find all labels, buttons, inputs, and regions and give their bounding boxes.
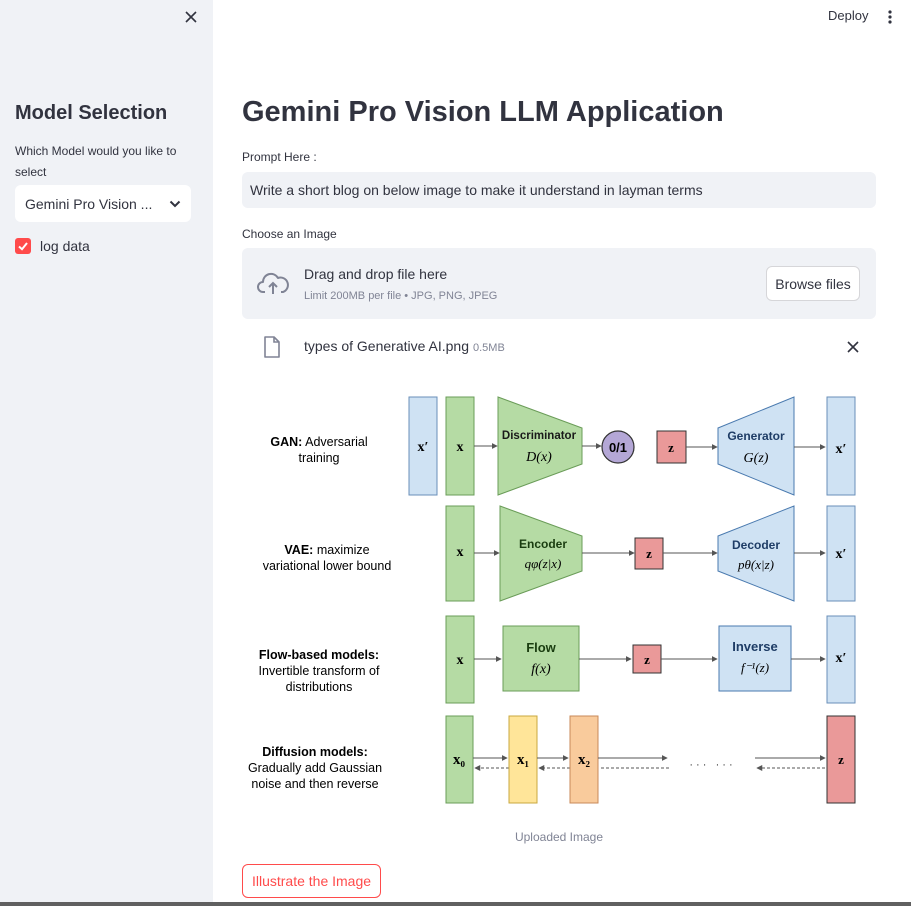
discriminator-label: Discriminator — [502, 430, 577, 442]
file-size: 0.5MB — [473, 342, 505, 354]
checkmark-icon — [18, 242, 28, 251]
discriminator-fn: D(x) — [525, 450, 552, 465]
model-question-label: Which Model would you like to select — [15, 144, 177, 179]
inverse-block — [718, 625, 792, 692]
inverse-label: Inverse — [732, 639, 778, 654]
model-select-value: Gemini Pro Vision ... — [25, 195, 153, 212]
prompt-input[interactable]: Write a short blog on below image to mak… — [242, 172, 876, 208]
close-sidebar-icon[interactable] — [182, 8, 200, 26]
model-select[interactable]: Gemini Pro Vision ... — [15, 185, 191, 222]
diff-z: z — [838, 752, 844, 767]
vae-label-line2: variational lower bound — [263, 559, 392, 573]
main-content: Deploy Gemini Pro Vision LLM Application… — [213, 0, 911, 906]
diffusion-label-line3: noise and then reverse — [251, 777, 378, 791]
main-menu-icon[interactable] — [885, 9, 895, 25]
inverse-fn: f⁻¹(z) — [741, 660, 769, 675]
flow-block-label: Flow — [526, 640, 556, 655]
log-data-checkbox-row[interactable]: log data — [15, 238, 90, 254]
vae-xprime: x′ — [836, 547, 847, 562]
diff-x1: x₁ — [517, 752, 529, 768]
browse-files-button[interactable]: Browse files — [766, 266, 860, 301]
diff-x0: x₀ — [453, 752, 466, 768]
binary-output: 0/1 — [609, 440, 627, 455]
bottom-border — [0, 902, 911, 906]
generator-block — [717, 396, 795, 496]
uploaded-image: GAN: Adversarial training VAE: maximize … — [248, 396, 856, 804]
flow-z: z — [644, 652, 650, 667]
flow-block — [502, 625, 580, 692]
diffusion-label-line2: Gradually add Gaussian — [248, 761, 382, 775]
prompt-label: Prompt Here : — [242, 150, 317, 164]
gan-x: x — [457, 440, 464, 455]
gan-xprime-in: x′ — [418, 440, 429, 455]
flow-label-line2: Invertible transform of — [259, 664, 380, 678]
drag-drop-text: Drag and drop file here — [304, 266, 448, 282]
generator-fn: G(z) — [744, 451, 769, 466]
generator-label: Generator — [727, 429, 785, 443]
deploy-button[interactable]: Deploy — [828, 8, 868, 23]
uploaded-file-row: types of Generative AI.png 0.5MB — [242, 333, 876, 361]
diff-ellipsis: · · · · · · — [689, 759, 732, 771]
file-uploader-dropzone[interactable]: Drag and drop file here Limit 200MB per … — [242, 248, 876, 319]
chevron-down-icon — [169, 200, 181, 207]
remove-file-icon[interactable] — [846, 340, 860, 354]
vae-label: VAE: maximize — [284, 543, 369, 557]
illustrate-image-button[interactable]: Illustrate the Image — [242, 864, 381, 898]
diff-x2: x₂ — [578, 752, 591, 768]
flow-xprime: x′ — [836, 651, 847, 666]
encoder-label: Encoder — [519, 537, 567, 551]
decoder-label: Decoder — [732, 538, 780, 552]
file-name: types of Generative AI.png — [304, 338, 469, 354]
gan-label-line2: training — [299, 451, 340, 465]
gan-z: z — [668, 440, 674, 455]
image-upload-label: Choose an Image — [242, 227, 337, 241]
discriminator-block — [497, 396, 583, 496]
gan-xprime-out: x′ — [836, 442, 847, 457]
cloud-upload-icon — [257, 272, 289, 294]
flow-label: Flow-based models: — [259, 648, 379, 662]
log-data-checkbox[interactable] — [15, 238, 31, 254]
decoder-block — [717, 505, 795, 602]
vae-z: z — [646, 546, 652, 561]
vae-x: x — [457, 545, 464, 560]
file-name-line: types of Generative AI.png 0.5MB — [304, 338, 505, 354]
sidebar: Model Selection Which Model would you li… — [0, 0, 213, 906]
sidebar-title: Model Selection — [15, 102, 168, 124]
encoder-fn: qφ(z|x) — [525, 556, 562, 571]
image-caption: Uploaded Image — [514, 830, 604, 844]
flow-fn: f(x) — [531, 662, 551, 677]
file-icon — [264, 336, 280, 358]
log-data-label: log data — [40, 238, 90, 254]
decoder-fn: pθ(x|z) — [737, 557, 774, 572]
diffusion-label: Diffusion models: — [262, 745, 368, 759]
file-limit-text: Limit 200MB per file • JPG, PNG, JPEG — [304, 290, 498, 302]
gan-label: GAN: Adversarial — [270, 435, 367, 449]
page-title: Gemini Pro Vision LLM Application — [242, 96, 724, 128]
flow-label-line3: distributions — [286, 680, 353, 694]
encoder-block — [499, 505, 583, 602]
flow-x: x — [457, 653, 464, 668]
